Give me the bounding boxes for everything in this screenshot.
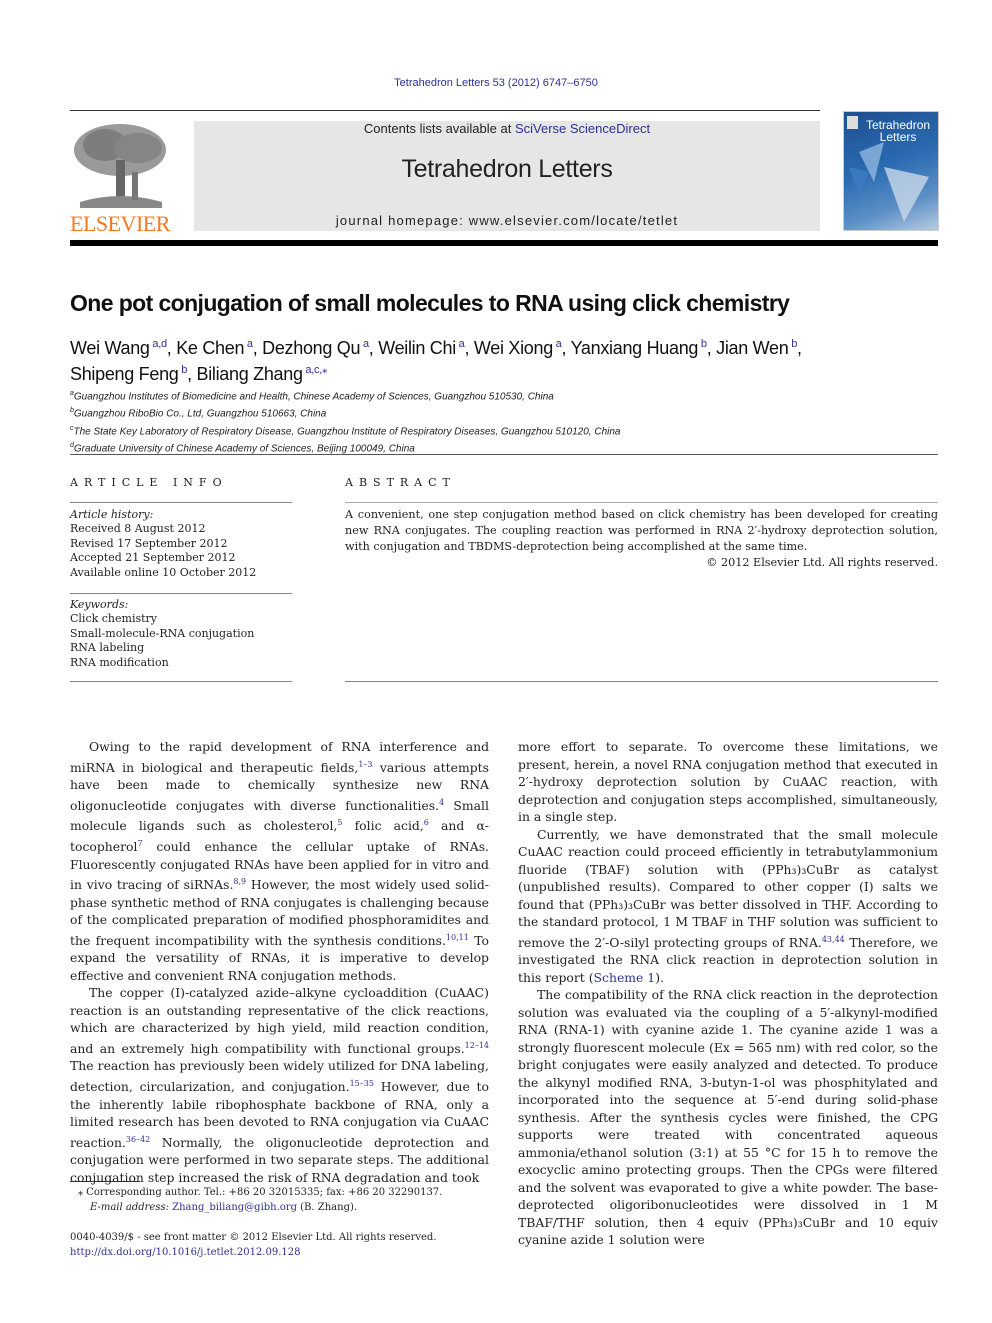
homepage-prefix: journal homepage: [335,213,469,228]
journal-homepage[interactable]: journal homepage: www.elsevier.com/locat… [194,213,820,228]
reference-link[interactable]: 8,9 [233,877,246,886]
body-column-left: Owing to the rapid development of RNA in… [70,738,489,1186]
affiliation: aGuangzhou Institutes of Biomedicine and… [70,390,554,403]
history-revised: Revised 17 September 2012 [70,536,228,550]
journal-banner: Contents lists available at SciVerse Sci… [194,121,820,231]
author-affiliation-mark[interactable]: b [698,338,707,350]
paragraph: Currently, we have demonstrated that the… [518,826,938,985]
author-name: Ke Chen [176,338,245,358]
reference-link[interactable]: 5 [337,818,342,827]
author-name: Dezhong Qu [262,338,361,358]
history-online: Available online 10 October 2012 [70,565,257,579]
reference-link[interactable]: 43,44 [822,935,845,944]
journal-title: Tetrahedron Letters [401,155,613,183]
keyword: Click chemistry [70,612,158,626]
divider [70,454,938,455]
divider [70,593,292,594]
reference-link[interactable]: 4 [439,798,444,807]
author-affiliation-mark[interactable]: a [360,338,369,350]
author-affiliation-mark[interactable]: b [179,364,187,376]
author-affiliation-mark[interactable]: a,d [150,338,167,350]
reference-link[interactable]: 36–42 [126,1135,150,1144]
contents-prefix: Contents lists available at [363,121,515,136]
article-info-heading: ARTICLE INFO [70,476,228,489]
article-history: Article history: Received 8 August 2012 … [70,508,292,580]
author-list: Wei Wang a,d, Ke Chen a, Dezhong Qu a, W… [70,338,802,384]
author-affiliation-mark[interactable]: a [553,338,562,350]
author-name: Shipeng Feng [70,364,179,384]
reference-link[interactable]: 15–35 [350,1079,374,1088]
elsevier-wordmark: ELSEVIER [70,211,170,236]
keywords: Keywords: Click chemistry Small-molecule… [70,598,292,670]
keywords-label: Keywords: [70,598,129,611]
author-affiliation-mark[interactable]: b [788,338,797,350]
body-column-right: more effort to separate. To overcome the… [518,738,938,1249]
issn-line: 0040-4039/$ - see front matter © 2012 El… [70,1232,437,1243]
scheme-link[interactable]: Scheme 1 [594,970,656,985]
paragraph: Owing to the rapid development of RNA in… [70,739,489,983]
affiliation: bGuangzhou RiboBio Co., Ltd, Guangzhou 5… [70,407,327,420]
reference-link[interactable]: 10,11 [446,933,469,942]
footnotes: ⁎ Corresponding author. Tel.: +86 20 320… [78,1186,442,1215]
header-rule [70,110,820,111]
history-label: Article history: [70,508,154,521]
divider [70,502,292,503]
doi-link[interactable]: http://dx.doi.org/10.1016/j.tetlet.2012.… [70,1247,300,1258]
email-suffix: (B. Zhang). [297,1201,358,1213]
history-accepted: Accepted 21 September 2012 [70,551,236,565]
reference-link[interactable]: 7 [137,839,142,848]
reference-link[interactable]: 12–14 [465,1041,489,1050]
history-received: Received 8 August 2012 [70,522,206,536]
keyword: RNA modification [70,655,169,669]
divider [345,502,938,503]
author-affiliation-mark[interactable]: a [244,338,253,350]
affiliation: cThe State Key Laboratory of Respiratory… [70,424,621,437]
email-note: E-mail address: Zhang_biliang@gibh.org (… [78,1201,442,1216]
author-affiliation-mark[interactable]: a [456,338,465,350]
abstract: A convenient, one step conjugation metho… [345,507,938,571]
contents-line: Contents lists available at SciVerse Sci… [194,121,820,136]
divider [345,681,938,682]
reference-link[interactable]: 6 [424,818,429,827]
paragraph: The compatibility of the RNA click react… [518,987,938,1248]
header-thick-rule [70,240,938,246]
author-name: Yanxiang Huang [570,338,699,358]
journal-cover-thumbnail[interactable]: Tetrahedron Letters [843,111,939,231]
homepage-url[interactable]: www.elsevier.com/locate/tetlet [469,213,678,228]
author-name: Weilin Chi [378,338,456,358]
affiliations: aGuangzhou Institutes of Biomedicine and… [70,387,620,456]
paragraph: The copper (I)-catalyzed azide–alkyne cy… [70,985,489,1185]
footnote-rule [70,1181,140,1182]
author-name: Wei Wang [70,338,150,358]
author-name: Biliang Zhang [196,364,303,384]
author-name: Jian Wen [716,338,789,358]
author-affiliation-mark[interactable]: a,c,⁎ [303,364,327,376]
email-label: E-mail address: [90,1201,173,1213]
abstract-copyright: © 2012 Elsevier Ltd. All rights reserved… [706,556,938,569]
sciencedirect-link[interactable]: SciVerse ScienceDirect [515,121,650,136]
cover-title: Tetrahedron Letters [866,118,931,144]
abstract-text: A convenient, one step conjugation metho… [345,508,938,553]
article-title: One pot conjugation of small molecules t… [70,290,790,316]
keyword: Small-molecule-RNA conjugation [70,626,255,640]
abstract-heading: ABSTRACT [345,476,456,489]
email-link[interactable]: Zhang_biliang@gibh.org [172,1202,297,1213]
author-name: Wei Xiong [473,338,553,358]
elsevier-logo[interactable]: ELSEVIER [70,120,172,236]
journal-citation[interactable]: Tetrahedron Letters 53 (2012) 6747–6750 [0,77,992,89]
elsevier-tree-icon [70,120,170,208]
publication-info: 0040-4039/$ - see front matter © 2012 El… [70,1231,437,1260]
keyword: RNA labeling [70,641,145,655]
divider [70,681,292,682]
reference-link[interactable]: 1–3 [358,760,372,769]
corresponding-author-note: ⁎ Corresponding author. Tel.: +86 20 320… [78,1187,443,1198]
paragraph: more effort to separate. To overcome the… [518,739,938,824]
